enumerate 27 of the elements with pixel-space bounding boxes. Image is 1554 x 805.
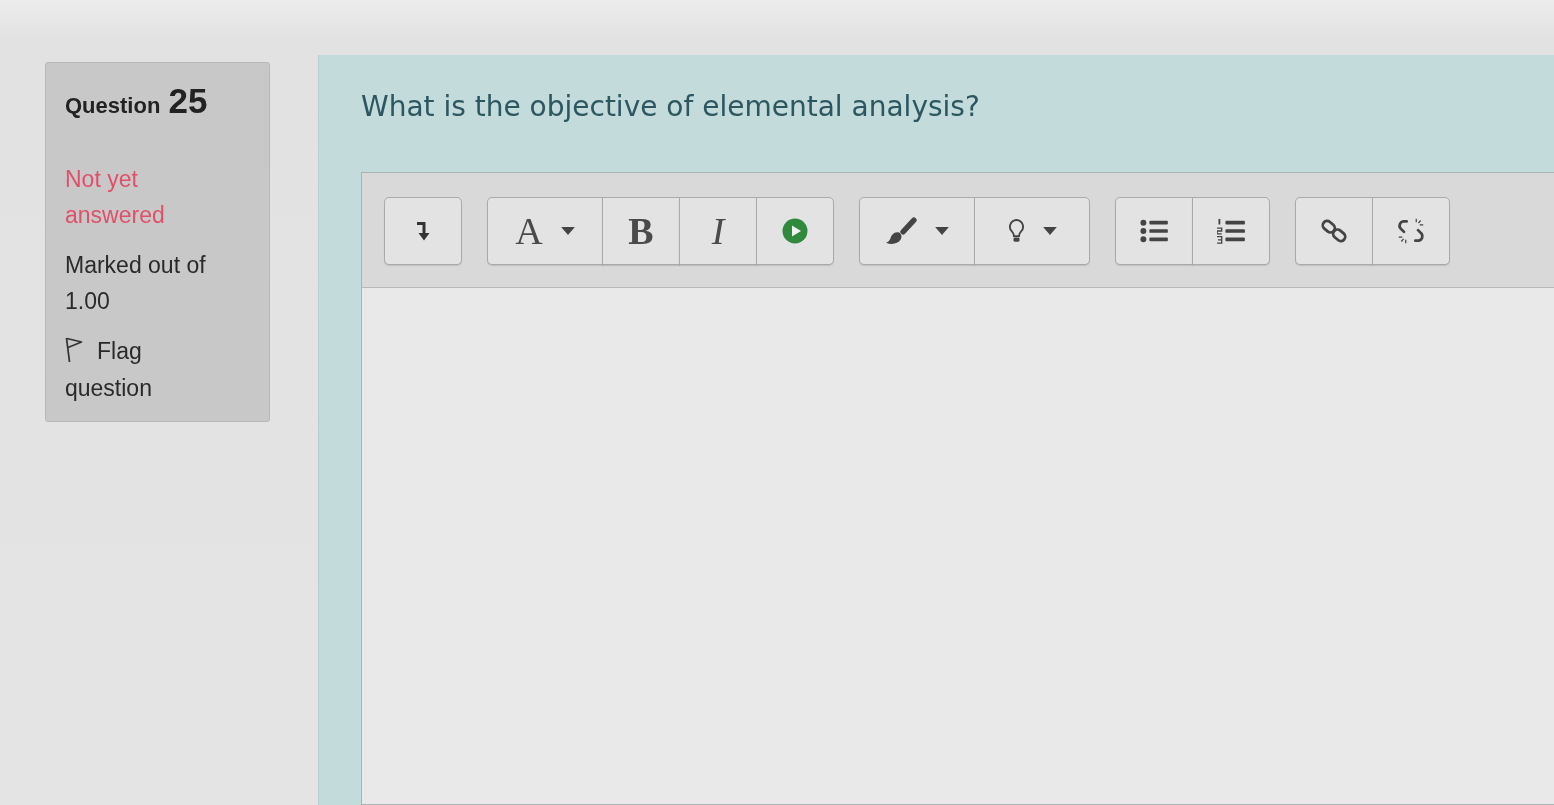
flag-question-button[interactable]: Flag question [65,333,235,407]
brush-icon [885,217,917,245]
chain-link-icon [1321,218,1347,244]
bullet-list-button[interactable] [1115,197,1193,265]
question-label: Question [65,93,161,118]
toolbar-toggle-button[interactable] [384,197,462,265]
media-button[interactable] [756,197,834,265]
numbered-list-button[interactable] [1192,197,1270,265]
lightbulb-icon [1007,218,1025,244]
bold-button[interactable]: B [602,197,680,265]
question-text: What is the objective of elemental analysis? [361,89,981,125]
question-number: 25 [168,81,208,120]
link-button[interactable] [1295,197,1373,265]
unlink-button[interactable] [1372,197,1450,265]
caret-icon [560,227,575,235]
caret-icon [1042,227,1057,235]
caret-icon [934,227,949,235]
font-style-button[interactable]: A [487,197,603,265]
question-status: Not yet answered [65,165,166,230]
italic-button[interactable]: I [679,197,757,265]
broken-chain-icon [1397,217,1425,245]
bullet-list-icon [1140,219,1168,243]
marks-text: Marked out of 1.00 [65,251,207,316]
text-color-button[interactable] [859,197,975,265]
numbered-list-icon [1217,218,1245,244]
bent-arrow-icon [416,221,430,241]
play-circle-icon [782,218,808,244]
